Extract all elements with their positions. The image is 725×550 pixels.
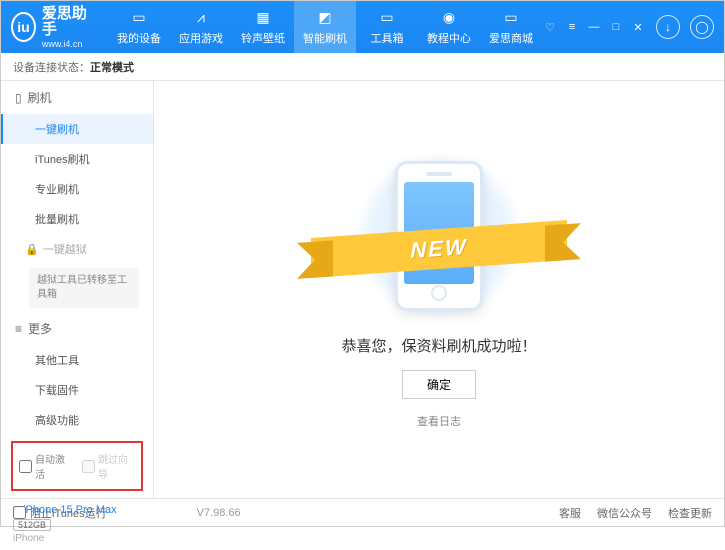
titlebar: iu 爱思助手 www.i4.cn ▭我的设备 ⩘应用游戏 ▦铃声壁纸 ◩智能刷… — [1, 1, 724, 53]
skip-guide-checkbox[interactable]: 跳过向导 — [82, 451, 135, 481]
nav-flash[interactable]: ◩智能刷机 — [294, 1, 356, 53]
success-message: 恭喜您，保资料刷机成功啦！ — [341, 335, 536, 356]
nav-tutorials[interactable]: ◉教程中心 — [418, 1, 480, 53]
top-nav: ▭我的设备 ⩘应用游戏 ▦铃声壁纸 ◩智能刷机 ▭工具箱 ◉教程中心 ▭爱思商城 — [108, 1, 542, 53]
device-capacity: 512GB — [13, 519, 51, 531]
sidebar-item-pro[interactable]: 专业刷机 — [1, 174, 153, 204]
sidebar-item-advanced[interactable]: 高级功能 — [1, 405, 153, 435]
flash-icon: ◩ — [316, 9, 334, 27]
nav-apps[interactable]: ⩘应用游戏 — [170, 1, 232, 53]
sidebar-item-jailbreak: 🔒一键越狱 — [1, 234, 153, 264]
sidebar-item-download[interactable]: 下载固件 — [1, 375, 153, 405]
footer-link-wechat[interactable]: 微信公众号 — [597, 505, 652, 521]
footer-link-support[interactable]: 客服 — [559, 505, 581, 521]
status-value: 正常模式 — [90, 59, 134, 75]
image-icon: ▦ — [254, 9, 272, 27]
toolbox-icon: ▭ — [378, 9, 396, 27]
block-itunes-checkbox[interactable]: 阻止iTunes运行 — [13, 505, 107, 521]
sidebar-item-other[interactable]: 其他工具 — [1, 345, 153, 375]
book-icon: ◉ — [440, 9, 458, 27]
sidebar-item-oneclick[interactable]: 一键刷机 — [1, 114, 153, 144]
flash-section-icon: ▯ — [15, 91, 22, 105]
nav-store[interactable]: ▭爱思商城 — [480, 1, 542, 53]
device-model: iPhone — [13, 533, 141, 544]
sidebar-section-flash[interactable]: ▯刷机 — [1, 81, 153, 114]
sidebar-item-batch[interactable]: 批量刷机 — [1, 204, 153, 234]
minimize-icon[interactable]: — — [586, 19, 602, 35]
download-icon[interactable]: ↓ — [656, 15, 680, 39]
version-label: V7.98.66 — [197, 507, 241, 519]
app-logo-icon: iu — [11, 12, 36, 42]
user-icon[interactable]: ◯ — [690, 15, 714, 39]
options-box: 自动激活 跳过向导 — [11, 441, 143, 491]
jailbreak-note: 越狱工具已转移至工具箱 — [29, 268, 139, 308]
brand-site: www.i4.cn — [42, 39, 90, 49]
store-icon: ▭ — [502, 9, 520, 27]
view-log-link[interactable]: 查看日志 — [417, 413, 461, 429]
main-content: NEW 恭喜您，保资料刷机成功啦！ 确定 查看日志 — [154, 81, 724, 498]
sidebar-section-more[interactable]: ≡更多 — [1, 312, 153, 345]
lock-icon: 🔒 — [25, 243, 39, 256]
more-section-icon: ≡ — [15, 322, 22, 336]
sidebar: ▯刷机 一键刷机 iTunes刷机 专业刷机 批量刷机 🔒一键越狱 越狱工具已转… — [1, 81, 154, 498]
titlebar-controls: ♡ ≡ — □ ✕ ↓ ◯ — [542, 15, 724, 39]
phone-icon: ▭ — [130, 9, 148, 27]
ok-button[interactable]: 确定 — [402, 370, 476, 399]
close-icon[interactable]: ✕ — [630, 19, 646, 35]
success-illustration: NEW — [339, 151, 539, 321]
footer-link-update[interactable]: 检查更新 — [668, 505, 712, 521]
nav-ringtones[interactable]: ▦铃声壁纸 — [232, 1, 294, 53]
status-prefix: 设备连接状态： — [13, 59, 90, 75]
nav-my-device[interactable]: ▭我的设备 — [108, 1, 170, 53]
sidebar-item-itunes[interactable]: iTunes刷机 — [1, 144, 153, 174]
brand: 爱思助手 www.i4.cn — [42, 6, 90, 49]
menu-icon[interactable]: ≡ — [564, 19, 580, 35]
status-bar: 设备连接状态： 正常模式 — [1, 53, 724, 81]
apps-icon: ⩘ — [192, 9, 210, 27]
gift-icon[interactable]: ♡ — [542, 19, 558, 35]
auto-activate-checkbox[interactable]: 自动激活 — [19, 451, 72, 481]
maximize-icon[interactable]: □ — [608, 19, 624, 35]
new-ribbon: NEW — [311, 220, 567, 278]
brand-name: 爱思助手 — [42, 6, 90, 39]
nav-toolbox[interactable]: ▭工具箱 — [356, 1, 418, 53]
